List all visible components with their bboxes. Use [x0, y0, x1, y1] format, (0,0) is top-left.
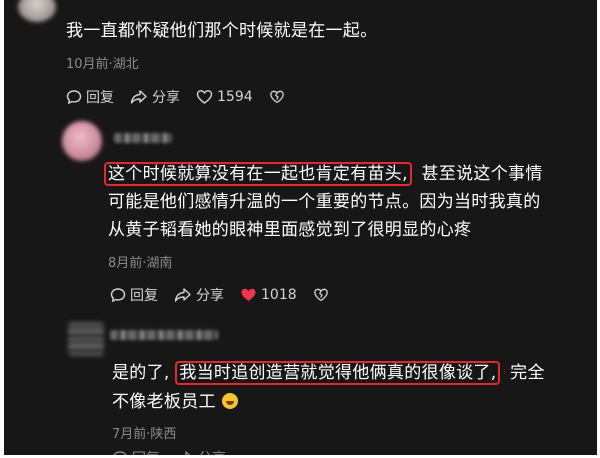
username-blurred[interactable]: [110, 330, 218, 340]
comment-meta: 10月前·湖北: [66, 57, 139, 72]
share-button[interactable]: 分享: [176, 448, 226, 455]
reply-label: 回复: [132, 448, 160, 455]
like-count: 1594: [217, 89, 253, 105]
laughing-emoji-icon: [221, 393, 238, 409]
comment-text-line: 可能是他们感情升温的一个重要的节点。因为当时我真的: [108, 192, 541, 212]
heart-outline-icon: [196, 90, 213, 104]
like-button[interactable]: 1018: [240, 287, 297, 303]
comment-text-continued: 完全: [510, 363, 545, 383]
share-arrow-icon: [174, 288, 191, 302]
comment-text: 是的了, 我当时追创造营就觉得他俩真的很像谈了, 完全: [112, 360, 545, 387]
highlighted-text: 我当时追创造营就觉得他俩真的很像谈了,: [175, 361, 501, 385]
comment-actions: 回复 分享: [112, 448, 242, 455]
share-arrow-icon: [130, 90, 147, 104]
reply-button[interactable]: 回复: [66, 87, 114, 107]
comment-bubble-icon: [110, 288, 126, 303]
dislike-button[interactable]: [269, 89, 289, 105]
username-blurred[interactable]: [114, 133, 172, 143]
comment-meta: 8月前·湖南: [108, 256, 173, 271]
comment-text-line: 不像老板员工: [112, 389, 238, 416]
comment-actions: 回复 分享 1594: [66, 87, 305, 107]
reply-label: 回复: [86, 90, 114, 106]
avatar[interactable]: [62, 121, 102, 161]
comment-bubble-icon: [113, 451, 127, 455]
comment-actions: 回复 分享 1018: [110, 285, 349, 305]
comment-text: 我一直都怀疑他们那个时候就是在一起。: [66, 21, 378, 41]
comment-meta: 7月前·陕西: [112, 427, 177, 442]
share-label: 分享: [196, 288, 224, 304]
like-count: 1018: [261, 287, 297, 303]
comment-text-line-2: 不像老板员工: [112, 392, 216, 412]
comment-text: 这个时候就算没有在一起也肯定有苗头, 甚至说这个事情: [104, 161, 543, 188]
comment-thread: 我一直都怀疑他们那个时候就是在一起。 10月前·湖北 回复 分享 1594 这个…: [4, 0, 597, 455]
share-label: 分享: [152, 90, 180, 106]
heart-filled-icon: [241, 288, 256, 301]
dislike-heart-icon: [269, 90, 284, 104]
reply-button[interactable]: 回复: [110, 285, 158, 305]
comment-bubble-icon: [66, 90, 82, 105]
comment-text-line: 从黄子韬看她的眼神里面感觉到了很明显的心疼: [108, 220, 472, 240]
comment-text-start: 是的了,: [112, 363, 170, 383]
dislike-heart-icon: [313, 288, 328, 302]
avatar[interactable]: [68, 322, 104, 356]
share-button[interactable]: 分享: [130, 87, 180, 107]
avatar[interactable]: [18, 0, 56, 22]
highlighted-text: 这个时候就算没有在一起也肯定有苗头,: [104, 162, 412, 186]
like-button[interactable]: 1594: [196, 89, 253, 105]
comment-text-continued: 甚至说这个事情: [421, 164, 543, 184]
share-label: 分享: [198, 448, 226, 455]
dislike-button[interactable]: [313, 287, 333, 303]
reply-button[interactable]: 回复: [112, 448, 160, 455]
reply-label: 回复: [130, 288, 158, 304]
share-arrow-icon: [184, 451, 191, 455]
share-button[interactable]: 分享: [174, 285, 224, 305]
